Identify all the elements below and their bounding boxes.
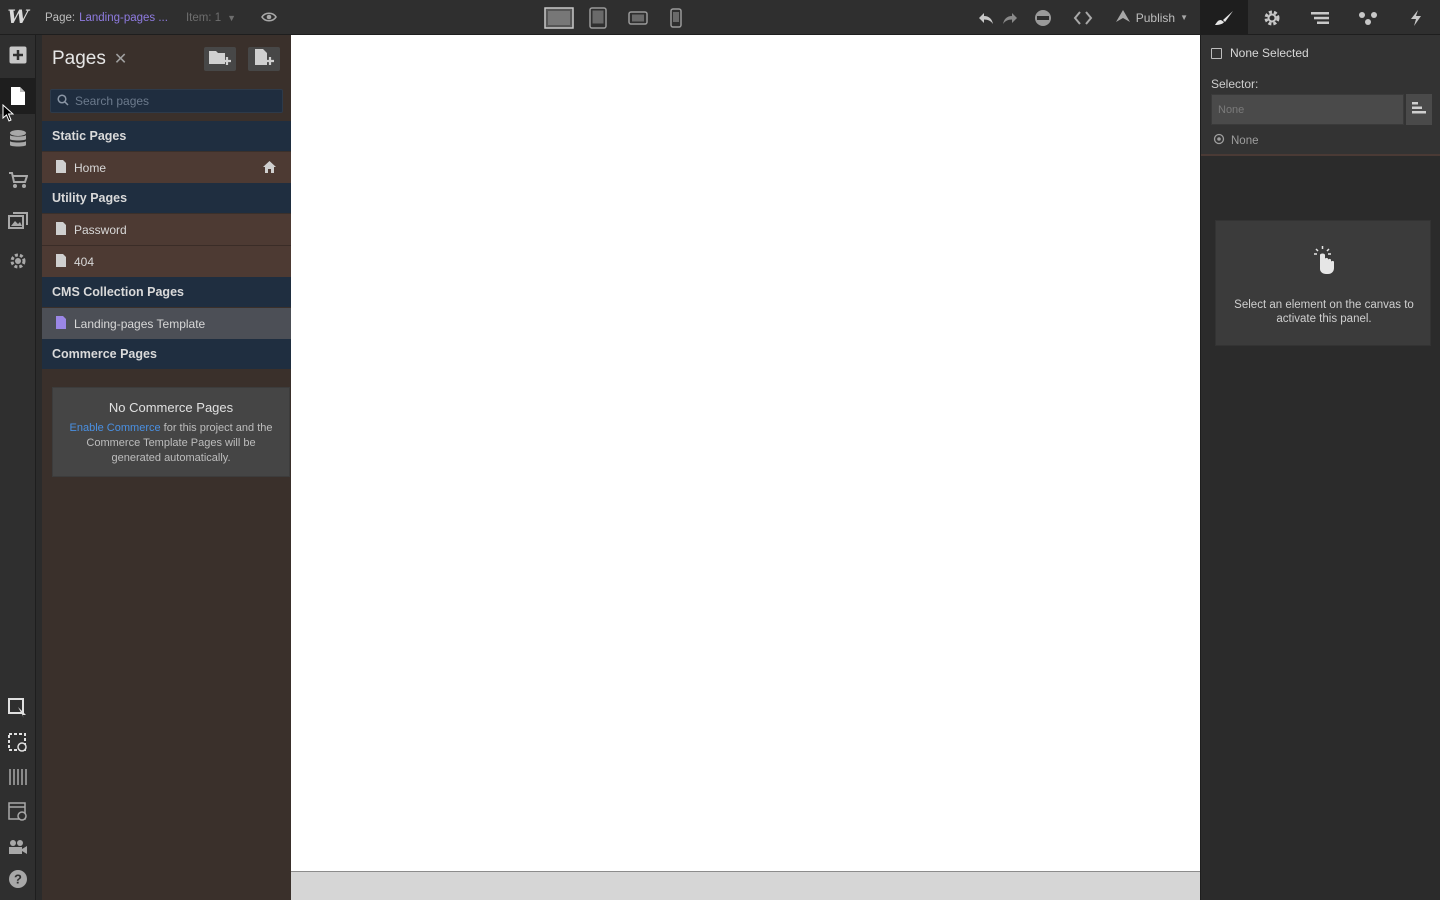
selector-menu-icon <box>1412 102 1426 117</box>
selector-input[interactable]: None <box>1211 94 1404 125</box>
svg-text:?: ? <box>14 872 22 887</box>
state-label: None <box>1231 134 1259 147</box>
search-icon <box>57 93 69 109</box>
undo-icon[interactable] <box>975 0 997 35</box>
add-page-icon <box>253 48 275 71</box>
page-row-landing-pages-template[interactable]: Landing-pages Template <box>42 308 291 340</box>
page-row-label: Password <box>74 222 127 237</box>
selector-section: None Selected Selector: None None <box>1201 35 1440 156</box>
home-icon <box>262 160 277 177</box>
page-row-404[interactable]: 404 <box>42 246 291 278</box>
checkbox-icon <box>1211 47 1222 59</box>
commerce-empty-text: Enable Commerce for this project and the… <box>53 421 289 466</box>
video-tutorials-icon[interactable] <box>0 829 36 865</box>
navigator-icon[interactable] <box>1296 0 1344 35</box>
ecommerce-cart-icon[interactable] <box>0 162 36 198</box>
page-row-label: Landing-pages Template <box>74 316 206 331</box>
add-icon[interactable] <box>0 37 36 73</box>
settings-icon[interactable] <box>0 243 36 279</box>
enable-commerce-link[interactable]: Enable Commerce <box>70 422 161 434</box>
close-icon[interactable]: ✕ <box>114 49 127 69</box>
page-row-home[interactable]: Home <box>42 152 291 184</box>
webflow-logo[interactable]: W <box>0 0 36 35</box>
add-folder-icon <box>208 49 232 70</box>
page-name[interactable]: Landing-pages ... <box>79 12 168 24</box>
page-icon <box>56 221 66 238</box>
state-selector[interactable]: None <box>1213 133 1259 148</box>
page-icon <box>56 159 66 176</box>
code-icon[interactable] <box>1063 0 1103 35</box>
preview-eye-icon[interactable] <box>261 9 277 25</box>
page-row-label: Home <box>74 160 107 175</box>
state-icon <box>1213 133 1225 148</box>
audit-icon[interactable] <box>1023 0 1063 35</box>
page-row-password[interactable]: Password <box>42 214 291 246</box>
selector-placeholder: None <box>1218 103 1245 116</box>
design-canvas[interactable] <box>291 35 1200 871</box>
publish-icon <box>1115 9 1131 26</box>
mobile-portrait-icon[interactable] <box>658 0 694 35</box>
mobile-landscape-icon[interactable] <box>618 0 658 35</box>
page-icon <box>56 253 66 270</box>
publish-button[interactable]: Publish ▼ <box>1103 9 1200 26</box>
cms-database-icon[interactable] <box>0 121 36 157</box>
section-utility-pages[interactable]: Utility Pages <box>42 183 291 213</box>
publish-label: Publish <box>1135 10 1176 25</box>
top-right-toolbar: Publish ▼ <box>975 0 1440 35</box>
breadcrumb-bar <box>291 871 1200 900</box>
settings-gear-icon[interactable] <box>1248 0 1296 35</box>
assets-icon[interactable] <box>0 203 36 239</box>
empty-selection-hint: Select an element on the canvas to activ… <box>1215 220 1431 346</box>
style-panel: None Selected Selector: None None Select… <box>1200 35 1440 900</box>
selector-label: Selector: <box>1211 77 1259 91</box>
item-label[interactable]: Item: 1 <box>186 12 221 24</box>
chevron-down-icon[interactable]: ▼ <box>227 13 236 23</box>
redo-icon[interactable] <box>997 0 1023 35</box>
pointer-click-icon <box>1312 245 1336 278</box>
pages-title: Pages <box>52 48 106 69</box>
selector-menu-button[interactable] <box>1406 94 1432 125</box>
search-input[interactable] <box>75 94 275 108</box>
desktop-icon[interactable] <box>540 0 578 35</box>
page-label: Page: <box>45 11 76 24</box>
show-edges-icon[interactable] <box>0 725 36 761</box>
chevron-down-icon: ▼ <box>1180 13 1188 22</box>
page-row-label: 404 <box>74 254 95 269</box>
page-selector[interactable]: Page: Landing-pages ... Item: 1 ▼ <box>45 0 236 35</box>
help-icon[interactable]: ? <box>0 861 36 897</box>
commerce-empty-state: No Commerce Pages Enable Commerce for th… <box>52 387 290 477</box>
left-rail: ? <box>0 35 36 900</box>
preview-icon[interactable] <box>0 794 36 830</box>
cms-page-icon <box>56 315 66 332</box>
breakpoint-switcher <box>540 0 694 35</box>
pages-panel: Pages ✕ Static Pages Home Utility Pages … <box>42 35 291 900</box>
search-field[interactable] <box>50 89 283 113</box>
top-bar: W Page: Landing-pages ... Item: 1 ▼ Publ… <box>0 0 1440 35</box>
select-parent-icon[interactable] <box>0 690 36 726</box>
mouse-cursor-icon <box>2 103 15 125</box>
section-cms-collection-pages[interactable]: CMS Collection Pages <box>42 277 291 307</box>
interactions-icon[interactable] <box>1344 0 1392 35</box>
x-ray-icon[interactable] <box>0 759 36 795</box>
section-commerce-pages[interactable]: Commerce Pages <box>42 339 291 369</box>
empty-selection-text: Select an element on the canvas to activ… <box>1234 299 1414 325</box>
commerce-empty-heading: No Commerce Pages <box>108 400 234 415</box>
lightning-icon[interactable] <box>1392 0 1440 35</box>
style-brush-icon[interactable] <box>1200 0 1248 35</box>
section-static-pages[interactable]: Static Pages <box>42 121 291 151</box>
tablet-icon[interactable] <box>578 0 618 35</box>
none-selected-label: None Selected <box>1230 46 1309 60</box>
add-page-button[interactable] <box>248 47 280 71</box>
selection-status[interactable]: None Selected <box>1211 46 1309 60</box>
add-folder-button[interactable] <box>204 47 236 71</box>
